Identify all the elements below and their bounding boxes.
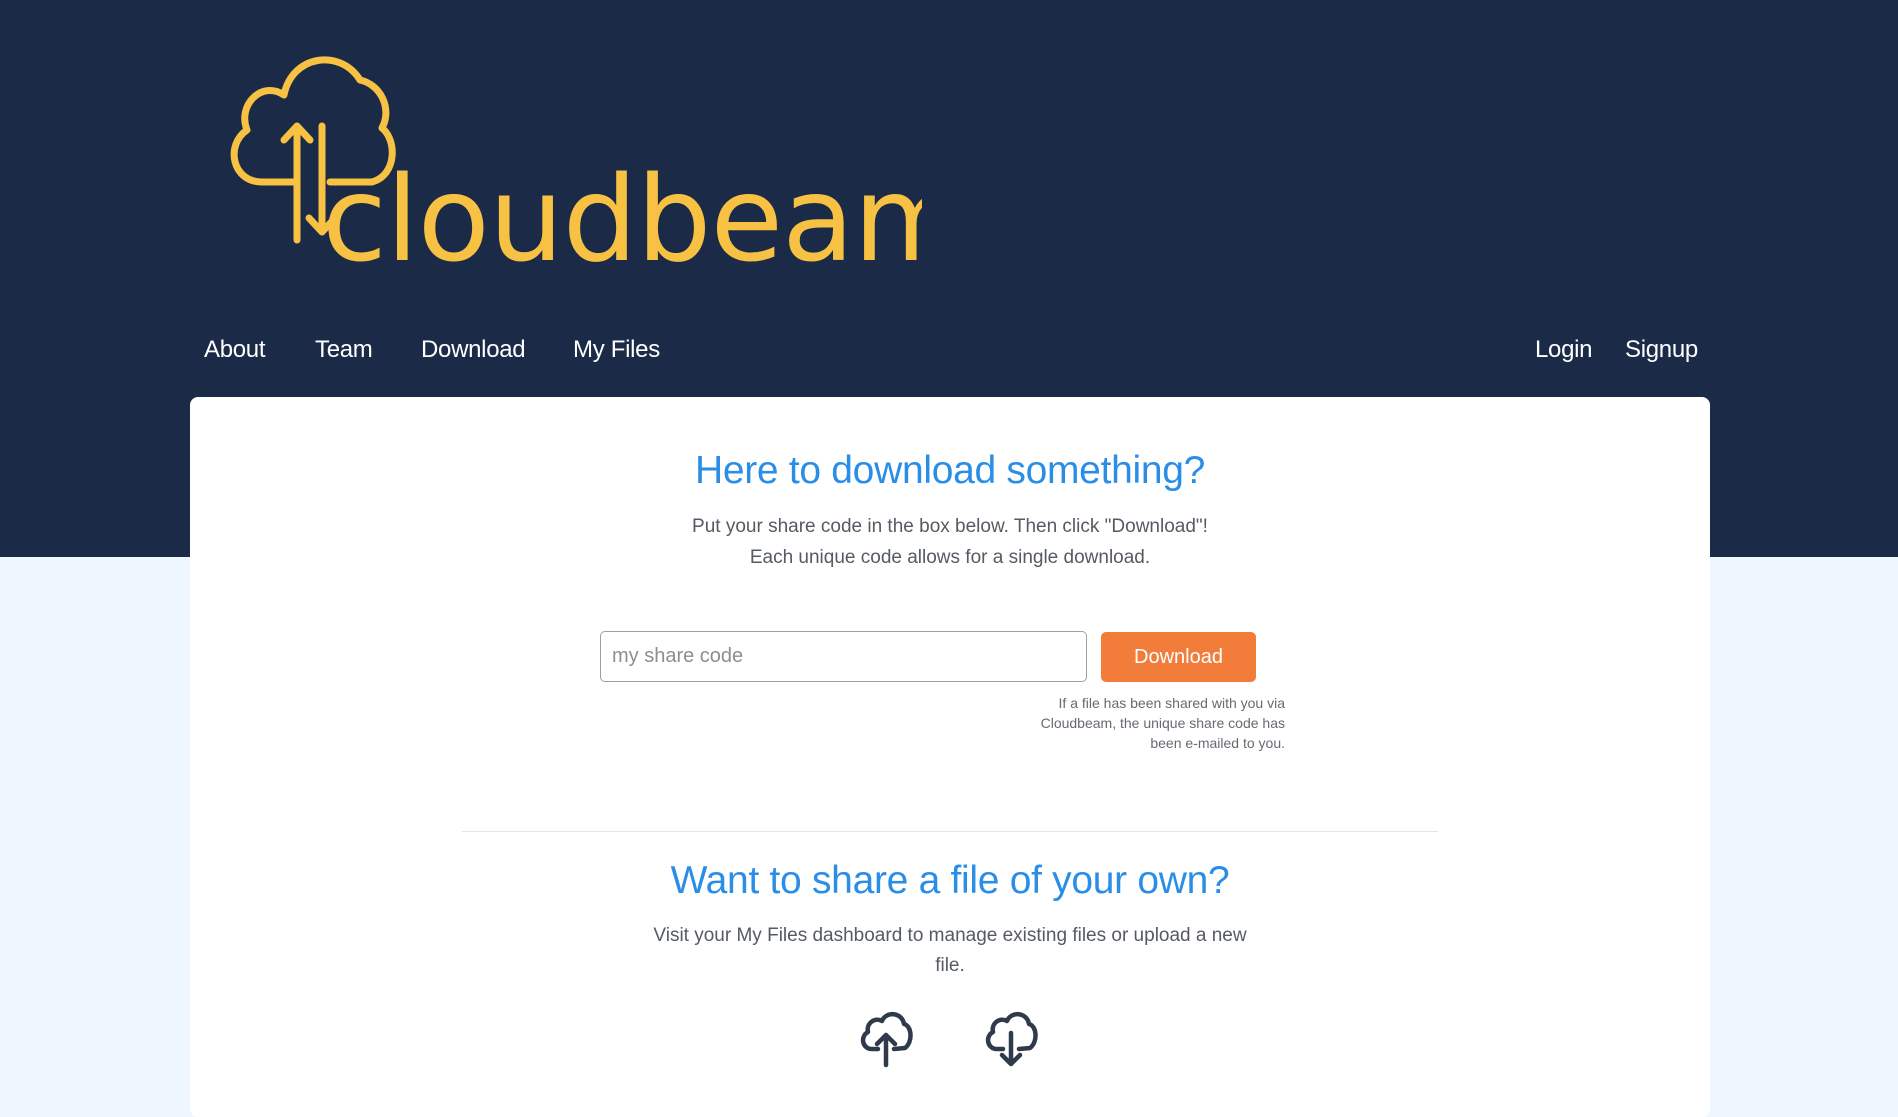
nav-signup[interactable]: Signup — [1625, 336, 1698, 364]
download-instructions-line2: Each unique code allows for a single dow… — [749, 547, 1151, 568]
cloud-upload-icon[interactable] — [858, 1009, 914, 1069]
section-divider — [462, 831, 1438, 832]
nav-login[interactable]: Login — [1535, 336, 1593, 364]
main-nav: About Team Download My Files Login Signu… — [0, 336, 1898, 376]
cloud-download-icon[interactable] — [983, 1009, 1039, 1069]
download-title: Here to download something? — [694, 449, 1206, 492]
nav-team[interactable]: Team — [315, 336, 373, 364]
cloudbeam-logo[interactable]: cloudbeam — [222, 40, 922, 270]
share-description: Visit your My Files dashboard to manage … — [653, 925, 1247, 976]
nav-my-files[interactable]: My Files — [573, 336, 660, 364]
download-instructions-line1: Put your share code in the box below. Th… — [692, 516, 1208, 537]
download-button[interactable]: Download — [1101, 632, 1256, 682]
share-title: Want to share a file of your own? — [670, 859, 1230, 902]
nav-download[interactable]: Download — [421, 336, 526, 364]
logo-wordmark: cloudbeam — [322, 150, 922, 270]
nav-about[interactable]: About — [204, 336, 266, 364]
share-code-input[interactable] — [600, 631, 1087, 682]
share-code-hint: If a file has been shared with you via C… — [1040, 695, 1285, 751]
main-card: Here to download something? Put your sha… — [190, 397, 1710, 1117]
